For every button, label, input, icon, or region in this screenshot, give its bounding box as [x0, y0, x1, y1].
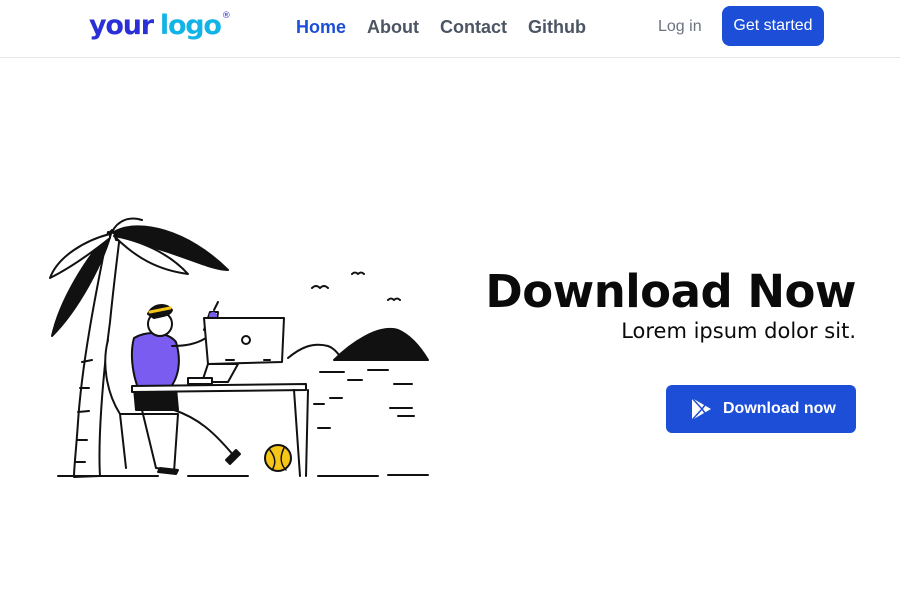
download-now-button[interactable]: Download now — [666, 385, 856, 433]
main-nav: Home About Contact Github — [296, 16, 607, 38]
site-header: your logo ® Home About Contact Github Lo… — [0, 0, 900, 58]
play-store-icon — [689, 397, 715, 421]
logo-word-logo: logo — [159, 10, 222, 41]
login-link[interactable]: Log in — [658, 16, 702, 38]
nav-link-home[interactable]: Home — [296, 16, 346, 38]
hero-subtitle: Lorem ipsum dolor sit. — [621, 319, 856, 343]
logo[interactable]: your logo ® — [89, 9, 231, 43]
hero-text: Download Now Lorem ipsum dolor sit. — [485, 266, 856, 344]
hero-title: Download Now — [485, 265, 856, 318]
get-started-button[interactable]: Get started — [722, 6, 824, 46]
nav-link-github[interactable]: Github — [528, 16, 586, 38]
hero-illustration — [49, 217, 429, 478]
nav-link-about[interactable]: About — [367, 16, 419, 38]
nav-link-contact[interactable]: Contact — [440, 16, 507, 38]
download-now-label: Download now — [723, 400, 836, 417]
registered-mark: ® — [221, 11, 231, 21]
logo-word-your: your — [89, 10, 154, 41]
